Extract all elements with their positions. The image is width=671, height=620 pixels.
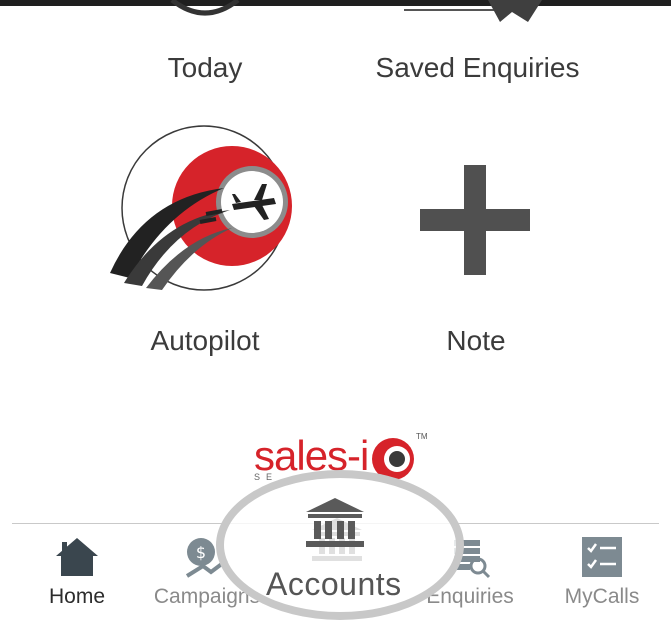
autopilot-icon[interactable] [104, 118, 304, 298]
tab-home[interactable]: Home [32, 524, 122, 609]
tab-accounts-label[interactable]: Accounts [266, 566, 402, 603]
tab-home-label: Home [48, 585, 106, 608]
note-label[interactable]: Note [416, 325, 536, 357]
plus-icon[interactable] [420, 165, 530, 275]
bank-icon[interactable] [304, 496, 366, 548]
today-icon[interactable] [170, 0, 240, 20]
svg-text:$: $ [196, 543, 206, 562]
tab-mycalls-label: MyCalls [564, 585, 640, 608]
saved-enquiries-label[interactable]: Saved Enquiries [355, 52, 600, 84]
saved-enquiries-icon[interactable] [400, 0, 570, 30]
logo-trademark: TM [416, 432, 428, 441]
today-label[interactable]: Today [140, 52, 270, 84]
home-icon [56, 538, 98, 576]
autopilot-label[interactable]: Autopilot [130, 325, 280, 357]
status-bar-strip [0, 0, 671, 6]
tab-mycalls[interactable]: MyCalls [552, 524, 652, 609]
mycalls-icon [582, 537, 622, 577]
